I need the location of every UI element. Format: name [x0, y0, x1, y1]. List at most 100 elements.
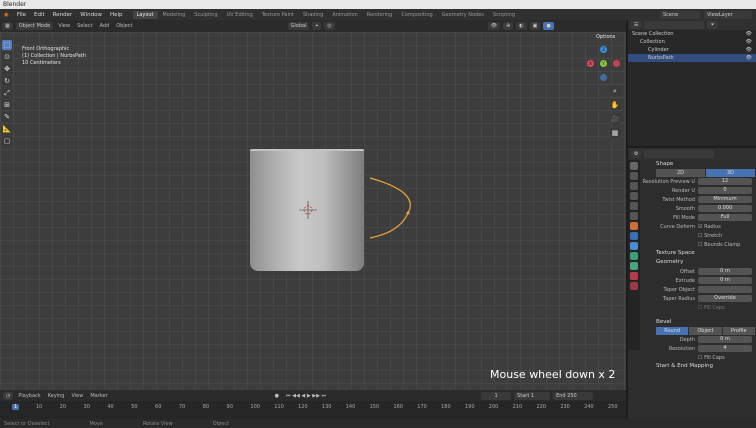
scene-selector[interactable]: Scene [660, 10, 700, 19]
property-field[interactable]: 0 m [698, 277, 752, 284]
property-field[interactable]: 0 [698, 187, 752, 194]
timeline-editor-icon[interactable]: ◷ [3, 391, 14, 400]
property-field[interactable]: 0.000 [698, 205, 752, 212]
editor-type-icon[interactable]: ▦ [2, 22, 13, 30]
curve-data-tab-icon[interactable] [630, 262, 638, 270]
blender-logo-icon[interactable]: ◉ [0, 12, 13, 18]
shape-section-title[interactable]: Shape [640, 160, 756, 169]
nurbs-path-handle[interactable] [369, 177, 411, 239]
workspace-tab-texture-paint[interactable]: Texture Paint [258, 11, 298, 19]
tool-settings-tab-icon[interactable] [630, 162, 638, 170]
y-axis-icon[interactable]: Y [600, 60, 607, 67]
menu-help[interactable]: Help [106, 12, 127, 18]
x-axis-icon[interactable]: X [587, 60, 594, 67]
shading-solid-icon[interactable]: ● [543, 22, 554, 30]
pan-hand-icon[interactable]: ✋ [610, 100, 620, 110]
xray-toggle-icon[interactable]: ▣ [529, 22, 541, 30]
material-tab-icon[interactable] [630, 272, 638, 280]
workspace-tab-geometry-nodes[interactable]: Geometry Nodes [438, 11, 488, 19]
physics-tab-icon[interactable] [630, 252, 638, 260]
render-tab-icon[interactable] [630, 172, 638, 180]
menu-object[interactable]: Object [114, 23, 134, 29]
outliner-search-field[interactable] [644, 21, 705, 29]
bevel-section-title[interactable]: Bevel [640, 318, 756, 327]
visibility-icon[interactable]: 👁 [487, 22, 501, 30]
snap-icon[interactable]: ⌖ [312, 22, 322, 30]
geometry-section-title[interactable]: Geometry [640, 258, 756, 267]
proportional-edit-icon[interactable]: ◎ [324, 22, 335, 30]
geometry-fill-caps-checkbox[interactable]: ☐ Fill Caps [698, 305, 725, 311]
property-field[interactable]: 12 [698, 178, 752, 185]
workspace-tab-layout[interactable]: Layout [132, 10, 158, 19]
visibility-eye-icon[interactable]: 👁 [746, 31, 756, 37]
stretch-checkbox[interactable]: ☐ Stretch [698, 233, 722, 239]
workspace-tab-rendering[interactable]: Rendering [363, 11, 397, 19]
workspace-tab-shading[interactable]: Shading [299, 11, 327, 19]
property-field[interactable]: 4 [698, 345, 752, 352]
mode-selector[interactable]: Object Mode [15, 22, 54, 30]
world-tab-icon[interactable] [630, 212, 638, 220]
bounds-clamp-checkbox[interactable]: ☐ Bounds Clamp [698, 242, 740, 248]
menu-add[interactable]: Add [98, 23, 112, 29]
visibility-eye-icon[interactable]: 👁 [746, 39, 756, 45]
modifier-tab-icon[interactable] [630, 232, 638, 240]
z-axis-icon[interactable]: Z [600, 46, 607, 53]
outliner-row[interactable]: Collection 👁 [628, 38, 756, 46]
overlay-toggle-icon[interactable]: ◐ [516, 22, 527, 30]
outliner-row[interactable]: NurbsPath 👁 [628, 54, 756, 62]
property-field[interactable]: 0 m [698, 268, 752, 275]
visibility-eye-icon[interactable]: 👁 [746, 55, 756, 61]
menu-edit[interactable]: Edit [30, 12, 49, 18]
outliner-editor-icon[interactable]: ☰ [631, 21, 642, 29]
texture-tab-icon[interactable] [630, 282, 638, 290]
camera-view-icon[interactable]: 🎥 [610, 114, 620, 124]
output-tab-icon[interactable] [630, 182, 638, 190]
menu-view[interactable]: View [56, 23, 72, 29]
texture-space-section-title[interactable]: Texture Space [640, 249, 756, 258]
start-end-mapping-section-title[interactable]: Start & End Mapping [640, 362, 756, 371]
menu-window[interactable]: Window [76, 12, 106, 18]
workspace-tab-modeling[interactable]: Modeling [159, 11, 190, 19]
menu-render[interactable]: Render [49, 12, 77, 18]
bevel-profile-button[interactable]: Profile [722, 327, 755, 335]
workspace-tab-scripting[interactable]: Scripting [489, 11, 519, 19]
menu-marker[interactable]: Marker [88, 393, 109, 399]
menu-playback[interactable]: Playback [16, 393, 42, 399]
negative-z-axis-icon[interactable] [600, 74, 607, 81]
playback-controls-icon[interactable]: ⏮ ◀◀ ◀ ▶ ▶▶ ⏭ [284, 393, 328, 399]
workspace-tab-animation[interactable]: Animation [328, 11, 362, 19]
end-frame-field[interactable]: End 250 [553, 391, 594, 400]
view-layer-selector[interactable]: ViewLayer [704, 10, 752, 19]
visibility-eye-icon[interactable]: 👁 [746, 47, 756, 53]
workspace-tab-sculpting[interactable]: Sculpting [190, 11, 221, 19]
negative-x-axis-icon[interactable] [613, 60, 620, 67]
menu-timeline-view[interactable]: View [69, 393, 85, 399]
dim-3d-button[interactable]: 3D [706, 169, 755, 177]
workspace-tab-uv-editing[interactable]: UV Editing [223, 11, 257, 19]
record-icon[interactable]: ● [273, 393, 281, 399]
perspective-toggle-icon[interactable]: ▦ [610, 128, 620, 138]
menu-select[interactable]: Select [75, 23, 94, 29]
current-frame-field[interactable]: 1 [481, 391, 512, 400]
workspace-tab-compositing[interactable]: Compositing [397, 11, 436, 19]
properties-editor-icon[interactable]: ⚙ [631, 150, 642, 158]
particles-tab-icon[interactable] [630, 242, 638, 250]
property-field[interactable]: Minimum [698, 196, 752, 203]
menu-keying[interactable]: Keying [46, 393, 67, 399]
view-layer-tab-icon[interactable] [630, 192, 638, 200]
bevel-round-button[interactable]: Round [656, 327, 689, 335]
start-frame-field[interactable]: Start 1 [514, 391, 551, 400]
menu-file[interactable]: File [13, 12, 30, 18]
zoom-icon[interactable]: ⌕ [610, 86, 620, 96]
properties-search-input[interactable] [644, 150, 715, 158]
scene-tab-icon[interactable] [630, 202, 638, 210]
bevel-fill-caps-checkbox[interactable]: ☐ Fill Caps [698, 355, 725, 361]
outliner-row[interactable]: Scene Collection 👁 [628, 30, 756, 38]
outliner-row[interactable]: Cylinder 👁 [628, 46, 756, 54]
property-field[interactable]: Override [698, 295, 752, 302]
timeline-track[interactable]: 1 10 20 30 40 50 60 70 80 90 100 110 120 130 140 150 160… [0, 401, 626, 419]
radius-checkbox[interactable]: ☑ Radius [698, 224, 721, 230]
dim-2d-button[interactable]: 2D [656, 169, 705, 177]
filter-icon[interactable]: ⏷ [707, 21, 718, 29]
bevel-object-button[interactable]: Object [689, 327, 722, 335]
